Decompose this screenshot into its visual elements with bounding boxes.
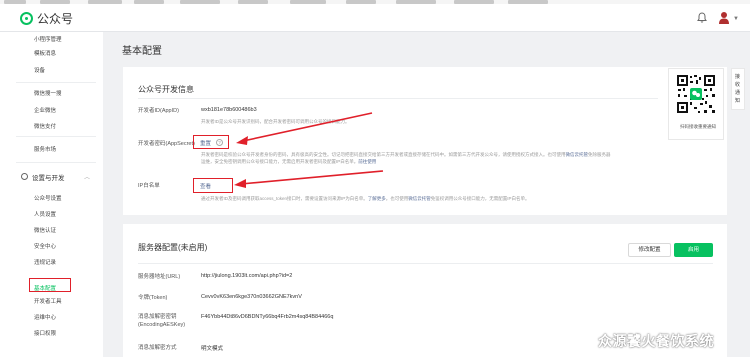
reset-highlight-box <box>193 135 229 149</box>
appsecret-desc-text: 开发者密码是校验公众号开发者身份的密码，具有极高的安全性。切记勿把密码直接交给第… <box>201 152 566 157</box>
encryption-mode-label: 消息加解密方式 <box>138 345 177 351</box>
qr-caption: 扫码接收重要通知 <box>680 124 716 129</box>
appsecret-label: 开发者密码(AppSecret) <box>138 141 195 147</box>
top-header: 公众号 ▼ <box>0 4 750 32</box>
receive-notification-tab[interactable]: 接收通知 <box>731 68 745 110</box>
sidebar-item-account-settings[interactable]: 公众号设置 <box>34 194 62 202</box>
chevron-up-icon[interactable]: ︿ <box>84 172 90 181</box>
watermark: 众源饕火餐饮系统 <box>598 333 714 349</box>
appsecret-desc-line1: 开发者密码是校验公众号开发者身份的密码，具有极高的安全性。切记勿把密码直接交给第… <box>201 151 611 158</box>
app-title[interactable]: 公众号 <box>37 10 73 27</box>
dev-info-title: 公众号开发信息 <box>138 85 194 94</box>
appsecret-desc-text: 免除服务器 <box>588 152 611 157</box>
appid-label: 开发者ID(AppID) <box>138 108 179 114</box>
sidebar-item-violation-record[interactable]: 违规记录 <box>34 258 56 266</box>
ip-desc-text: 免鉴权调用公众号接口能力，无需配置IP白名单。 <box>430 196 530 201</box>
learn-more-link[interactable]: 了解更多 <box>368 196 386 201</box>
server-url-label: 服务器地址(URL) <box>138 274 181 280</box>
sidebar-item-miniprogram[interactable]: 小程序管理 <box>34 35 62 43</box>
appid-value[interactable]: wxb181e78b600486b3 <box>201 107 257 113</box>
sidebar-item-template-message[interactable]: 模板消息 <box>34 49 56 57</box>
sidebar-item-api-permission[interactable]: 接口权限 <box>34 329 56 337</box>
token-value[interactable]: Cevv0vK63en6kge370n03662GNE7kvnV <box>201 294 302 300</box>
appsecret-desc-line2: 运维，安全免密钥调用公众号接口能力，无需启用开发者密码及配置IP白名单。前往使用 <box>201 158 376 165</box>
sidebar-group-settings-dev[interactable]: 设置与开发 <box>32 172 65 182</box>
sidebar-item-search[interactable]: 微信搜一搜 <box>34 89 62 97</box>
server-url-value[interactable]: http://jiulong.1903lt.com/api.php?id=2 <box>201 273 292 279</box>
appid-desc: 开发者ID是公众号开发识别码，配合开发者密码可调用公众号的接口能力。 <box>201 119 350 124</box>
sidebar-item-wechat-verify[interactable]: 微信认证 <box>34 226 56 234</box>
settings-gear-icon <box>21 173 28 180</box>
chevron-down-icon[interactable]: ▼ <box>733 16 739 22</box>
view-highlight-box <box>193 178 233 193</box>
page-title: 基本配置 <box>122 46 162 57</box>
qr-code-icon[interactable] <box>676 74 716 114</box>
active-item-highlight-box <box>29 278 71 292</box>
cloud-hosting-link[interactable]: 微信云托管 <box>408 196 431 201</box>
ip-desc-text: 。也可使用 <box>385 196 409 201</box>
sidebar-divider <box>16 82 96 83</box>
qr-notification-box: 扫码接收重要通知 <box>668 68 724 140</box>
sidebar: 小程序管理 模板消息 设备 微信搜一搜 企业微信 微信支付 服务市场 设置与开发… <box>0 32 103 357</box>
modify-config-button[interactable]: 修改配置 <box>628 243 671 257</box>
enable-button[interactable]: 启用 <box>674 243 713 257</box>
ip-desc-text: 通过开发者ID及密码调用获取access_token接口时，需要设置访问来源IP… <box>201 196 368 201</box>
sidebar-item-service-market[interactable]: 服务市场 <box>34 145 56 153</box>
ip-whitelist-label: IP白名单 <box>138 183 160 189</box>
section-divider <box>138 263 713 264</box>
sidebar-divider <box>16 136 96 137</box>
avatar-icon[interactable] <box>718 11 730 25</box>
cloud-hosting-link[interactable]: 微信云托管 <box>566 152 589 157</box>
wechat-official-account-logo-icon <box>20 12 33 25</box>
aes-key-value[interactable]: F46Ybb44Dt86vD6BDNTy66bq4Frb2m4sq84B8446… <box>201 314 333 320</box>
sidebar-item-dev-tools[interactable]: 开发者工具 <box>34 297 62 305</box>
appsecret-desc-text: 运维，安全免密钥调用公众号接口能力，无需启用开发者密码及配置IP白名单。 <box>201 159 359 164</box>
sidebar-item-device[interactable]: 设备 <box>34 66 45 74</box>
sidebar-item-wework[interactable]: 企业微信 <box>34 106 56 114</box>
server-config-title: 服务器配置(未启用) <box>138 243 208 252</box>
section-divider <box>138 98 658 99</box>
sidebar-item-staff-settings[interactable]: 人员设置 <box>34 210 56 218</box>
token-label: 令牌(Token) <box>138 295 168 301</box>
sidebar-item-ops-center[interactable]: 运维中心 <box>34 313 56 321</box>
receive-notification-label: 接收通知 <box>735 74 741 104</box>
bell-icon[interactable] <box>697 12 707 23</box>
goto-use-link[interactable]: 前往使用 <box>358 159 376 164</box>
sidebar-item-security-center[interactable]: 安全中心 <box>34 242 56 250</box>
ip-whitelist-desc: 通过开发者ID及密码调用获取access_token接口时，需要设置访问来源IP… <box>201 195 530 202</box>
encryption-mode-value: 明文模式 <box>201 346 224 352</box>
sidebar-divider <box>16 162 96 163</box>
aes-key-label: 消息加解密密钥(EncodingAESKey) <box>138 314 186 328</box>
sidebar-item-wechat-pay[interactable]: 微信支付 <box>34 122 56 130</box>
